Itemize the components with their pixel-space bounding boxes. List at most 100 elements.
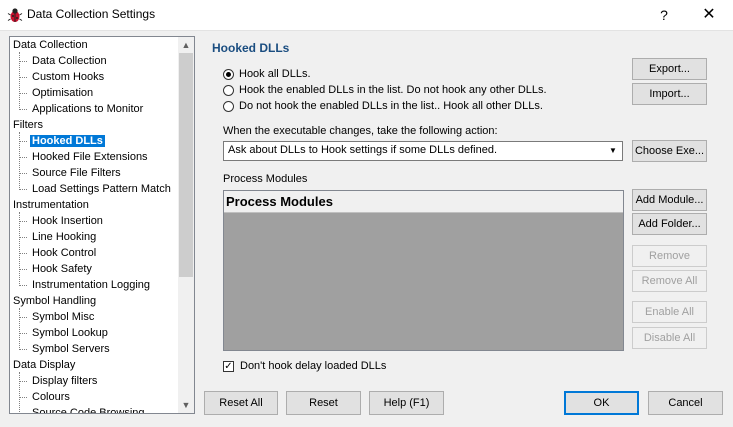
tree-item[interactable]: Line Hooking — [32, 230, 96, 244]
arrow-up-icon[interactable]: ▲ — [178, 37, 194, 53]
reset-all-button[interactable]: Reset All — [204, 391, 278, 415]
tree-item[interactable]: Source File Filters — [32, 166, 121, 180]
radio-label: Hook all DLLs. — [239, 68, 311, 80]
hook-mode-radio[interactable]: Hook the enabled DLLs in the list. Do no… — [223, 83, 547, 97]
tree-connector — [19, 77, 27, 78]
delay-loaded-label: Don't hook delay loaded DLLs — [240, 360, 387, 372]
process-modules-header[interactable]: Process Modules — [224, 191, 623, 213]
tree-category[interactable]: Data Display — [13, 358, 75, 372]
tree-connector — [19, 132, 20, 190]
tree-item[interactable]: Display filters — [32, 374, 97, 388]
tree-connector — [19, 61, 27, 62]
tree-connector — [19, 413, 27, 414]
disable-all-button[interactable]: Disable All — [632, 327, 707, 349]
radio-button[interactable] — [223, 84, 234, 96]
tree-item-label: Custom Hooks — [32, 71, 105, 83]
tree-item-label: Hook Control — [32, 247, 97, 259]
tree-connector — [19, 189, 27, 190]
tree-item[interactable]: Hook Safety — [32, 262, 92, 276]
hook-mode-radio[interactable]: Do not hook the enabled DLLs in the list… — [223, 99, 543, 113]
ok-button[interactable]: OK — [564, 391, 639, 415]
tree-item[interactable]: Data Collection — [32, 54, 107, 68]
window-title: Data Collection Settings — [27, 7, 156, 21]
export-button[interactable]: Export... — [632, 58, 707, 80]
tree-item-label: Hooked File Extensions — [32, 151, 148, 163]
enable-all-button[interactable]: Enable All — [632, 301, 707, 323]
tree-connector — [19, 317, 27, 318]
tree-item-label: Data Collection — [13, 39, 88, 51]
tree-item[interactable]: Optimisation — [32, 86, 93, 100]
cancel-button[interactable]: Cancel — [648, 391, 723, 415]
tree-item-label: Data Display — [13, 359, 76, 371]
tree-item[interactable]: Instrumentation Logging — [32, 278, 150, 292]
tree-item[interactable]: Symbol Misc — [32, 310, 94, 324]
tree-connector — [19, 253, 27, 254]
tree-item[interactable]: Hook Insertion — [32, 214, 103, 228]
scrollbar-thumb[interactable] — [179, 53, 193, 277]
tree-connector — [19, 93, 27, 94]
remove-button[interactable]: Remove — [632, 245, 707, 267]
tree-connector — [19, 349, 27, 350]
tree-item-label: Optimisation — [32, 87, 94, 99]
close-icon[interactable]: ✕ — [697, 4, 721, 26]
tree-connector — [19, 269, 27, 270]
process-modules-list[interactable]: Process Modules — [223, 190, 624, 351]
tree-connector — [19, 157, 27, 158]
bug-icon — [7, 7, 23, 23]
delay-loaded-checkbox[interactable]: ✓ — [223, 361, 234, 372]
tree-item-label: Hooked DLLs — [30, 135, 105, 147]
settings-tree[interactable]: Data Collection Data Collection Custom Hoo… — [9, 36, 195, 414]
tree-item[interactable]: Hooked File Extensions — [32, 150, 148, 164]
reset-button[interactable]: Reset — [286, 391, 361, 415]
process-modules-header-label: Process Modules — [226, 194, 333, 209]
tree-connector — [19, 52, 20, 110]
arrow-down-icon[interactable]: ▼ — [178, 397, 194, 413]
import-button[interactable]: Import... — [632, 83, 707, 105]
tree-connector — [19, 109, 27, 110]
tree-item[interactable]: Load Settings Pattern Match — [32, 182, 171, 196]
tree-item-label: Source Code Browsing — [32, 407, 145, 414]
tree-item-label: Instrumentation Logging — [32, 279, 151, 291]
tree-item-label: Data Collection — [32, 55, 107, 67]
tree-item-label: Filters — [13, 119, 43, 131]
tree-connector — [19, 221, 27, 222]
tree-item-label: Hook Insertion — [32, 215, 103, 227]
tree-item-label: Display filters — [32, 375, 98, 387]
tree-connector — [19, 333, 27, 334]
tree-item[interactable]: Custom Hooks — [32, 70, 104, 84]
tree-item[interactable]: Source Code Browsing — [32, 406, 145, 414]
radio-label: Do not hook the enabled DLLs in the list… — [239, 100, 543, 112]
choose-exe-button[interactable]: Choose Exe... — [632, 140, 707, 162]
hook-mode-radio[interactable]: Hook all DLLs. — [223, 67, 311, 81]
tree-item[interactable]: Hooked DLLs — [30, 134, 105, 148]
check-icon: ✓ — [224, 361, 233, 372]
process-modules-label: Process Modules — [223, 173, 308, 185]
tree-item[interactable]: Symbol Lookup — [32, 326, 108, 340]
tree-connector — [19, 237, 27, 238]
tree-item[interactable]: Hook Control — [32, 246, 96, 260]
tree-category[interactable]: Symbol Handling — [13, 294, 96, 308]
tree-item[interactable]: Applications to Monitor — [32, 102, 143, 116]
tree-item-label: Load Settings Pattern Match — [32, 183, 171, 195]
tree-category[interactable]: Instrumentation — [13, 198, 89, 212]
chevron-down-icon[interactable]: ▼ — [605, 143, 621, 159]
tree-item[interactable]: Symbol Servers — [32, 342, 110, 356]
help-button[interactable]: Help (F1) — [369, 391, 444, 415]
tree-item-label: Symbol Servers — [32, 343, 110, 355]
tree-category[interactable]: Data Collection — [13, 38, 88, 52]
add-module-button[interactable]: Add Module... — [632, 189, 707, 211]
tree-connector — [19, 397, 27, 398]
add-folder-button[interactable]: Add Folder... — [632, 213, 707, 235]
section-title: Hooked DLLs — [212, 41, 290, 55]
help-icon[interactable]: ? — [652, 5, 676, 25]
tree-connector — [19, 212, 20, 286]
exe-change-select[interactable]: Ask about DLLs to Hook settings if some … — [223, 141, 623, 161]
tree-connector — [19, 285, 27, 286]
radio-button[interactable] — [223, 100, 234, 112]
remove-all-button[interactable]: Remove All — [632, 270, 707, 292]
tree-scrollbar[interactable]: ▲ ▼ — [178, 37, 194, 413]
tree-category[interactable]: Filters — [13, 118, 43, 132]
tree-item-label: Source File Filters — [32, 167, 121, 179]
tree-item[interactable]: Colours — [32, 390, 70, 404]
radio-button[interactable] — [223, 68, 234, 80]
